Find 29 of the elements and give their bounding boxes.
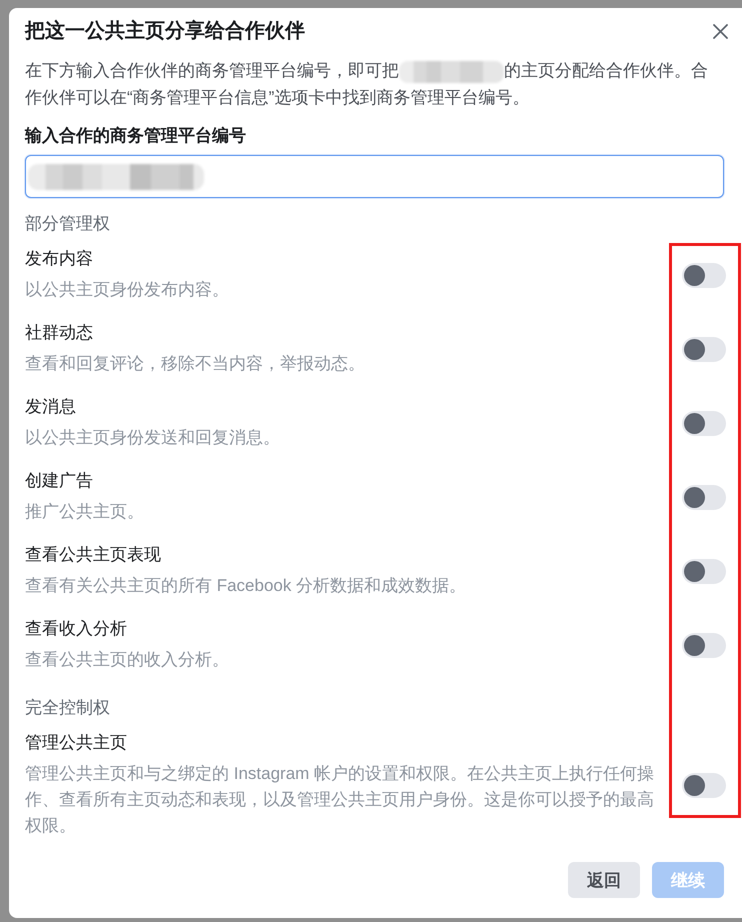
permission-title: 发布内容 (25, 248, 94, 270)
back-button[interactable]: 返回 (568, 862, 640, 898)
toggle-switch[interactable] (682, 262, 726, 288)
toggle-switch[interactable] (682, 632, 726, 658)
toggle-switch[interactable] (682, 336, 726, 362)
permission-description: 查看和回复评论，移除不当内容，举报动态。 (25, 353, 366, 375)
dialog-title: 把这一公共主页分享给合作伙伴 (25, 19, 306, 43)
section-heading: 部分管理权 (25, 213, 111, 235)
permission-description: 查看有关公共主页的所有 Facebook 分析数据和成效数据。 (25, 575, 468, 597)
section-heading: 完全控制权 (25, 697, 111, 719)
permission-title: 管理公共主页 (25, 732, 128, 754)
description-text: 在下方输入合作伙伴的商务管理平台编号，即可把 的主页分配给合作伙伴。合作伙伴可以在“商务管理平台信息”选项卡中找到商务管理平台编号。 (25, 60, 709, 109)
permission-description: 查看公共主页的收入分析。 (25, 649, 230, 671)
toggle-switch[interactable] (682, 772, 726, 798)
permission-description: 以公共主页身份发布内容。 (25, 279, 230, 301)
permission-title: 社群动态 (25, 322, 94, 344)
permission-description: 推广公共主页。 (25, 501, 145, 523)
permission-title: 查看收入分析 (25, 618, 128, 640)
permission-description: 管理公共主页和与之绑定的 Instagram 帐户的设置和权限。在公共主页上执行任何操作、查看所有主页动态和表现，以及管理公共主页用户身份。这是你可以授予的最高权限。 (25, 763, 656, 837)
permission-title: 创建广告 (25, 470, 94, 492)
permission-title: 查看公共主页表现 (25, 544, 162, 566)
field-label: 输入合作的商务管理平台编号 (25, 125, 247, 147)
input-field[interactable] (25, 155, 724, 198)
close-icon (712, 24, 728, 38)
toggle-switch[interactable] (682, 558, 726, 584)
toggle-switch[interactable] (682, 484, 726, 510)
toggle-switch[interactable] (682, 410, 726, 436)
permission-description: 以公共主页身份发送和回复消息。 (25, 427, 281, 449)
permission-title: 发消息 (25, 396, 77, 418)
